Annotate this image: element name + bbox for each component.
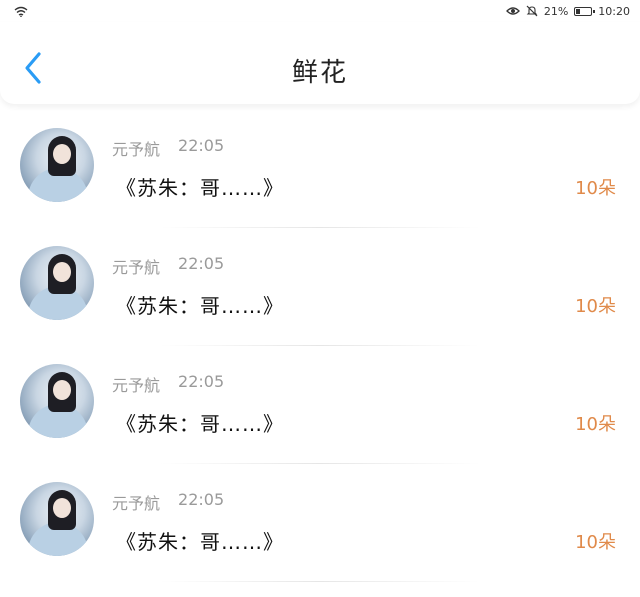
battery-icon	[574, 6, 596, 16]
avatar-face	[53, 380, 71, 400]
gift-list: 元予航 22:05 《苏朱：哥……》 10朵 元予航 22:05 《苏朱：哥………	[0, 110, 640, 582]
flower-count: 10朵	[575, 296, 616, 317]
eye-icon	[505, 7, 520, 15]
item-message: 《苏朱：哥……》	[116, 294, 284, 318]
item-meta: 元予航 22:05	[112, 490, 224, 514]
wifi-icon	[14, 6, 28, 17]
flower-count: 10朵	[575, 178, 616, 199]
bell-muted-icon	[526, 5, 538, 17]
header: 鲜花	[0, 22, 640, 104]
avatar[interactable]	[20, 128, 94, 202]
list-item[interactable]: 元予航 22:05 《苏朱：哥……》 10朵	[0, 110, 640, 228]
item-message: 《苏朱：哥……》	[116, 176, 284, 200]
item-meta: 元予航 22:05	[112, 136, 224, 160]
item-message: 《苏朱：哥……》	[116, 530, 284, 554]
list-item[interactable]: 元予航 22:05 《苏朱：哥……》 10朵	[0, 346, 640, 464]
list-item[interactable]: 元予航 22:05 《苏朱：哥……》 10朵	[0, 228, 640, 346]
page-title: 鲜花	[291, 58, 348, 88]
item-meta: 元予航 22:05	[112, 254, 224, 278]
flower-count: 10朵	[575, 532, 616, 553]
sender-name: 元予航	[112, 494, 161, 513]
avatar[interactable]	[20, 364, 94, 438]
battery-fill	[576, 8, 580, 14]
avatar-face	[53, 144, 71, 164]
avatar-face	[53, 262, 71, 282]
sent-time: 22:05	[178, 490, 225, 509]
status-bar: 21% 10:20	[0, 0, 640, 22]
avatar[interactable]	[20, 482, 94, 556]
sender-name: 元予航	[112, 376, 161, 395]
sender-name: 元予航	[112, 140, 161, 159]
avatar-face	[53, 498, 71, 518]
sent-time: 22:05	[178, 136, 225, 155]
sent-time: 22:05	[178, 372, 225, 391]
status-left	[14, 6, 28, 17]
item-message: 《苏朱：哥……》	[116, 412, 284, 436]
status-right: 21% 10:20	[505, 4, 630, 18]
list-item[interactable]: 元予航 22:05 《苏朱：哥……》 10朵	[0, 464, 640, 582]
item-meta: 元予航 22:05	[112, 372, 224, 396]
flower-count: 10朵	[575, 414, 616, 435]
sent-time: 22:05	[178, 254, 225, 273]
clock: 10:20	[598, 4, 630, 18]
battery-percent: 21%	[543, 4, 569, 18]
sender-name: 元予航	[112, 258, 161, 277]
avatar[interactable]	[20, 246, 94, 320]
